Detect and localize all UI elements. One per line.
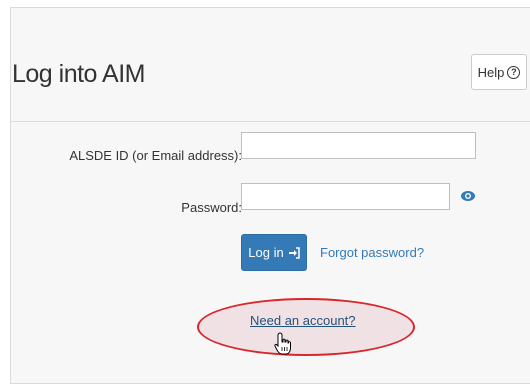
- hand-cursor-icon: [274, 332, 291, 355]
- sign-in-icon: [288, 246, 300, 259]
- help-label: Help: [477, 64, 505, 80]
- password-label: Password:: [181, 200, 242, 215]
- username-field[interactable]: [241, 132, 476, 159]
- need-account-link[interactable]: Need an account?: [250, 313, 356, 328]
- login-button[interactable]: Log in: [241, 234, 307, 271]
- eye-icon[interactable]: [460, 188, 476, 204]
- login-label: Log in: [248, 245, 284, 260]
- question-circle-icon: ?: [507, 65, 521, 79]
- page-title: Log into AIM: [12, 60, 145, 88]
- help-button[interactable]: Help ?: [471, 54, 527, 90]
- password-field[interactable]: [241, 183, 450, 210]
- panel-header: Log into AIM Help ?: [11, 8, 530, 122]
- username-label: ALSDE ID (or Email address):: [69, 148, 242, 163]
- forgot-password-link[interactable]: Forgot password?: [320, 245, 424, 260]
